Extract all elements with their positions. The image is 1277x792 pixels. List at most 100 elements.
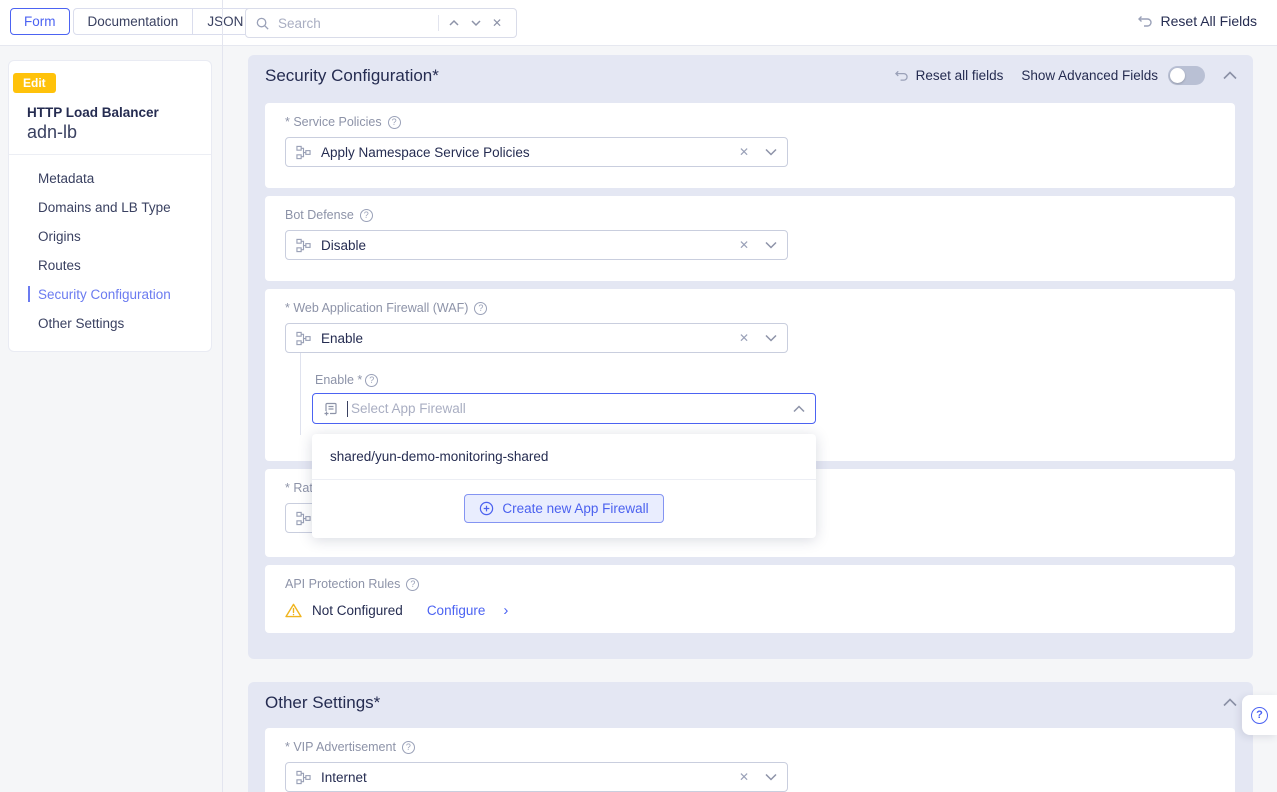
waf-label: * Web Application Firewall (WAF) [285, 301, 468, 315]
api-protection-card: API Protection Rules ? Not Configured Co… [265, 565, 1235, 633]
waf-select[interactable]: Enable ✕ [285, 323, 788, 353]
clear-icon[interactable]: ✕ [739, 238, 749, 252]
undo-icon [894, 69, 909, 82]
app-firewall-label-row: Enable * ? [315, 373, 378, 387]
tab-documentation[interactable]: Documentation [74, 9, 193, 34]
configure-link[interactable]: Configure [427, 603, 486, 618]
search-divider [438, 15, 439, 31]
help-icon[interactable]: ? [360, 209, 373, 222]
reset-all-fields-label: Reset All Fields [1161, 13, 1257, 29]
sidebar-item-other-settings[interactable]: Other Settings [9, 309, 211, 338]
tab-group: Documentation JSON [73, 8, 259, 35]
chevron-down-icon[interactable] [765, 241, 777, 249]
waf-value: Enable [321, 331, 739, 346]
reset-section-button[interactable]: Reset all fields [894, 68, 1004, 83]
text-cursor [347, 401, 348, 417]
app-firewall-enable-label: Enable * [315, 373, 362, 387]
chevron-up-icon[interactable] [793, 405, 805, 413]
help-icon: ? [1251, 707, 1268, 724]
security-header-controls: Reset all fields Show Advanced Fields [894, 66, 1237, 85]
reset-all-fields-button[interactable]: Reset All Fields [1137, 13, 1257, 29]
tab-form[interactable]: Form [10, 8, 70, 35]
clear-icon[interactable]: ✕ [739, 331, 749, 345]
help-button[interactable]: ? [1242, 695, 1277, 735]
chevron-right-icon[interactable]: › [503, 603, 508, 618]
collapse-section-icon[interactable] [1223, 71, 1237, 80]
http-lb-edit-page: Form Documentation JSON Search ✕ [0, 0, 1277, 792]
search-close-icon[interactable]: ✕ [487, 16, 507, 30]
bot-defense-card: Bot Defense ? Disable ✕ [265, 196, 1235, 281]
bot-defense-label-row: Bot Defense ? [285, 208, 373, 222]
search-next-icon[interactable] [465, 17, 487, 29]
security-section-title: Security Configuration* [265, 66, 439, 86]
search-prev-icon[interactable] [443, 17, 465, 29]
create-app-firewall-button[interactable]: Create new App Firewall [464, 494, 663, 523]
branch-icon [296, 331, 311, 346]
service-policies-value: Apply Namespace Service Policies [321, 145, 739, 160]
help-icon[interactable]: ? [402, 741, 415, 754]
sidebar-item-metadata[interactable]: Metadata [9, 164, 211, 193]
help-icon[interactable]: ? [406, 578, 419, 591]
app-firewall-placeholder: Select App Firewall [351, 401, 793, 416]
plus-circle-icon [479, 501, 494, 516]
form-add-icon [323, 401, 339, 417]
branch-icon [296, 511, 311, 526]
dropdown-footer: Create new App Firewall [312, 480, 816, 537]
service-policies-select[interactable]: Apply Namespace Service Policies ✕ [285, 137, 788, 167]
search-placeholder: Search [278, 16, 432, 31]
bot-defense-value: Disable [321, 238, 739, 253]
advanced-fields-control: Show Advanced Fields [1021, 66, 1205, 85]
sidebar-divider [222, 0, 223, 792]
undo-icon [1137, 14, 1153, 28]
search-input[interactable]: Search ✕ [245, 8, 517, 38]
app-firewall-dropdown: shared/yun-demo-monitoring-shared Create… [312, 434, 816, 538]
toggle-knob [1170, 68, 1185, 83]
nested-field-connector [300, 353, 301, 435]
api-protection-status-row: Not Configured Configure › [285, 603, 508, 618]
help-icon[interactable]: ? [474, 302, 487, 315]
vip-advertisement-value: Internet [321, 770, 739, 785]
object-name: adn-lb [27, 122, 77, 143]
sidebar-item-origins[interactable]: Origins [9, 222, 211, 251]
sidebar-item-routes[interactable]: Routes [9, 251, 211, 280]
bot-defense-select[interactable]: Disable ✕ [285, 230, 788, 260]
other-settings-section: Other Settings* * VIP Advertisement ? In… [248, 682, 1253, 792]
chevron-down-icon[interactable] [765, 148, 777, 156]
collapse-section-icon[interactable] [1223, 698, 1237, 707]
security-configuration-section: Security Configuration* Reset all fields… [248, 55, 1253, 659]
service-policies-label-row: * Service Policies ? [285, 115, 401, 129]
clear-icon[interactable]: ✕ [739, 770, 749, 784]
dropdown-option[interactable]: shared/yun-demo-monitoring-shared [312, 434, 816, 480]
app-firewall-select[interactable]: Select App Firewall [312, 393, 816, 424]
object-type-title: HTTP Load Balancer [27, 105, 159, 120]
create-app-firewall-label: Create new App Firewall [502, 501, 648, 516]
advanced-fields-toggle[interactable] [1168, 66, 1205, 85]
vip-label-row: * VIP Advertisement ? [285, 740, 415, 754]
service-policies-card: * Service Policies ? Apply Namespace Ser… [265, 103, 1235, 188]
chevron-down-icon[interactable] [765, 773, 777, 781]
section-nav: Metadata Domains and LB Type Origins Rou… [9, 164, 211, 338]
sidebar-item-security-configuration[interactable]: Security Configuration [9, 280, 211, 309]
clear-icon[interactable]: ✕ [739, 145, 749, 159]
sidebar-item-domains-lb-type[interactable]: Domains and LB Type [9, 193, 211, 222]
branch-icon [296, 145, 311, 160]
branch-icon [296, 238, 311, 253]
vip-advertisement-select[interactable]: Internet ✕ [285, 762, 788, 792]
top-bar: Form Documentation JSON Search ✕ [0, 0, 1277, 46]
waf-label-row: * Web Application Firewall (WAF) ? [285, 301, 487, 315]
help-icon[interactable]: ? [388, 116, 401, 129]
other-settings-title: Other Settings* [265, 693, 380, 713]
other-settings-header-controls [1223, 698, 1237, 707]
search-icon [255, 16, 270, 31]
service-policies-label: * Service Policies [285, 115, 382, 129]
vip-advertisement-card: * VIP Advertisement ? Internet ✕ [265, 728, 1235, 792]
chevron-down-icon[interactable] [765, 334, 777, 342]
api-protection-status: Not Configured [312, 603, 403, 618]
edit-badge: Edit [13, 73, 56, 93]
help-icon[interactable]: ? [365, 374, 378, 387]
reset-section-label: Reset all fields [916, 68, 1004, 83]
sidebar-card-divider [9, 154, 211, 155]
advanced-fields-label: Show Advanced Fields [1021, 68, 1158, 83]
api-protection-label: API Protection Rules [285, 577, 400, 591]
object-nav-card: Edit HTTP Load Balancer adn-lb Metadata … [8, 60, 212, 352]
